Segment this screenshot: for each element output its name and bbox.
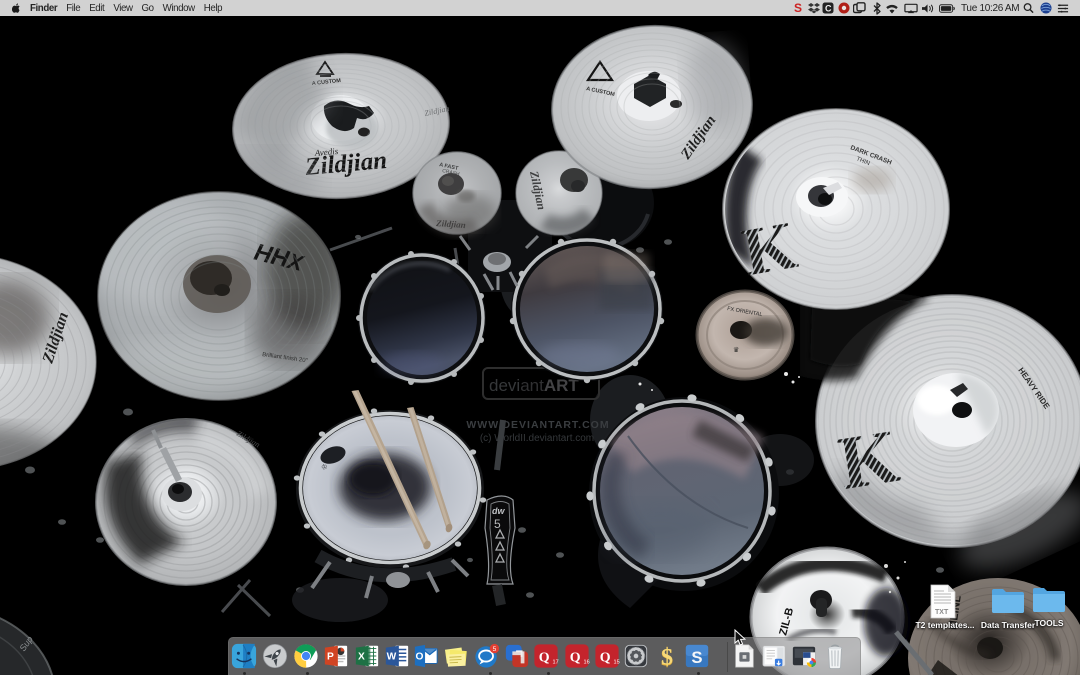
svg-text:TXT: TXT bbox=[935, 609, 949, 616]
svg-text:5: 5 bbox=[493, 646, 497, 653]
svg-text:$: $ bbox=[661, 645, 673, 669]
svg-text:S: S bbox=[691, 648, 702, 667]
svg-text:♛: ♛ bbox=[733, 346, 739, 354]
svg-text:15: 15 bbox=[614, 659, 620, 665]
svg-text:X: X bbox=[358, 652, 365, 663]
svg-text:WWW.DEVIANTART.COM: WWW.DEVIANTART.COM bbox=[466, 419, 609, 431]
svg-text:Q: Q bbox=[600, 651, 611, 666]
svg-text:C: C bbox=[825, 4, 832, 14]
svg-text:Q: Q bbox=[539, 651, 550, 666]
svg-text:Q: Q bbox=[570, 651, 581, 666]
svg-text:(c) WorldII.deviantart.com: (c) WorldII.deviantart.com bbox=[480, 433, 594, 444]
svg-text:O: O bbox=[416, 652, 424, 663]
svg-text:deviantART: deviantART bbox=[489, 376, 579, 395]
svg-text:16: 16 bbox=[584, 659, 590, 665]
svg-text:P: P bbox=[327, 652, 334, 663]
svg-text:dw: dw bbox=[492, 506, 505, 516]
svg-text:W: W bbox=[387, 652, 397, 663]
svg-text:17: 17 bbox=[553, 659, 559, 665]
